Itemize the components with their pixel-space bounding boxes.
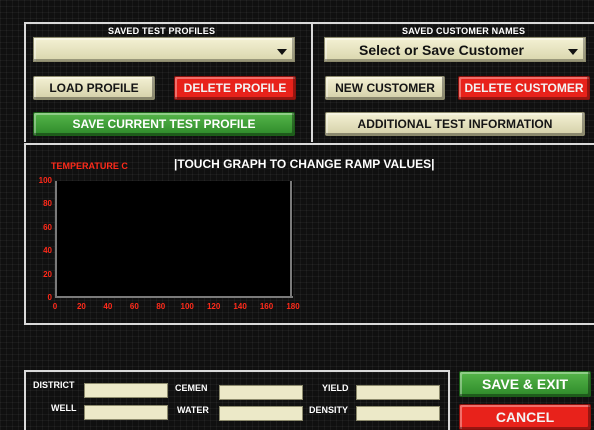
density-label: DENSITY: [309, 405, 349, 415]
customer-dropdown[interactable]: Select or Save Customer: [324, 37, 586, 62]
customer-dropdown-value: Select or Save Customer: [359, 42, 524, 58]
delete-customer-button[interactable]: DELETE CUSTOMER: [458, 76, 590, 100]
x-tick-label: 140: [233, 302, 247, 311]
x-tick-label: 80: [156, 302, 166, 311]
ramp-graph[interactable]: [55, 181, 293, 298]
profile-dropdown[interactable]: [33, 37, 295, 62]
x-tick-label: 160: [259, 302, 274, 311]
district-label: DISTRICT: [33, 380, 75, 390]
yield-label: YIELD: [322, 383, 349, 393]
customers-title: SAVED CUSTOMER NAMES: [402, 26, 526, 36]
graph-y-label: TEMPERATURE C: [51, 161, 128, 171]
x-tick-label: 0: [52, 302, 58, 311]
load-profile-button[interactable]: LOAD PROFILE: [33, 76, 155, 100]
x-tick-label: 40: [103, 302, 113, 311]
water-label: WATER: [177, 405, 209, 415]
y-tick-label: 20: [43, 269, 52, 279]
cement-label: CEMEN: [175, 383, 208, 393]
yield-field[interactable]: [356, 385, 440, 400]
x-tick-label: 20: [76, 302, 86, 311]
x-tick-label: 60: [129, 302, 139, 311]
well-info-panel: [24, 370, 450, 430]
profiles-title: SAVED TEST PROFILES: [108, 26, 216, 36]
y-tick-label: 100: [38, 176, 52, 185]
graph-instruction: |TOUCH GRAPH TO CHANGE RAMP VALUES|: [174, 157, 435, 171]
additional-info-button[interactable]: ADDITIONAL TEST INFORMATION: [325, 112, 585, 136]
chevron-down-icon: [277, 49, 287, 55]
chevron-down-icon: [568, 49, 578, 55]
ramp-graph-plot[interactable]: [55, 181, 293, 298]
y-tick-label: 40: [43, 246, 52, 256]
cancel-button[interactable]: CANCEL: [459, 404, 591, 430]
x-tick-label: 100: [180, 302, 194, 311]
y-tick-label: 80: [43, 199, 52, 209]
cement-field[interactable]: [219, 385, 303, 400]
well-label: WELL: [51, 403, 77, 413]
density-field[interactable]: [356, 406, 440, 421]
x-tick-label: 180: [286, 302, 300, 311]
save-exit-button[interactable]: SAVE & EXIT: [459, 371, 591, 397]
delete-profile-button[interactable]: DELETE PROFILE: [174, 76, 296, 100]
new-customer-button[interactable]: NEW CUSTOMER: [325, 76, 445, 100]
x-tick-label: 120: [206, 302, 221, 311]
y-tick-label: 0: [47, 293, 52, 302]
well-field[interactable]: [84, 405, 168, 420]
y-tick-label: 60: [43, 222, 52, 232]
water-field[interactable]: [219, 406, 303, 421]
save-profile-button[interactable]: SAVE CURRENT TEST PROFILE: [33, 112, 295, 136]
district-field[interactable]: [84, 383, 168, 398]
